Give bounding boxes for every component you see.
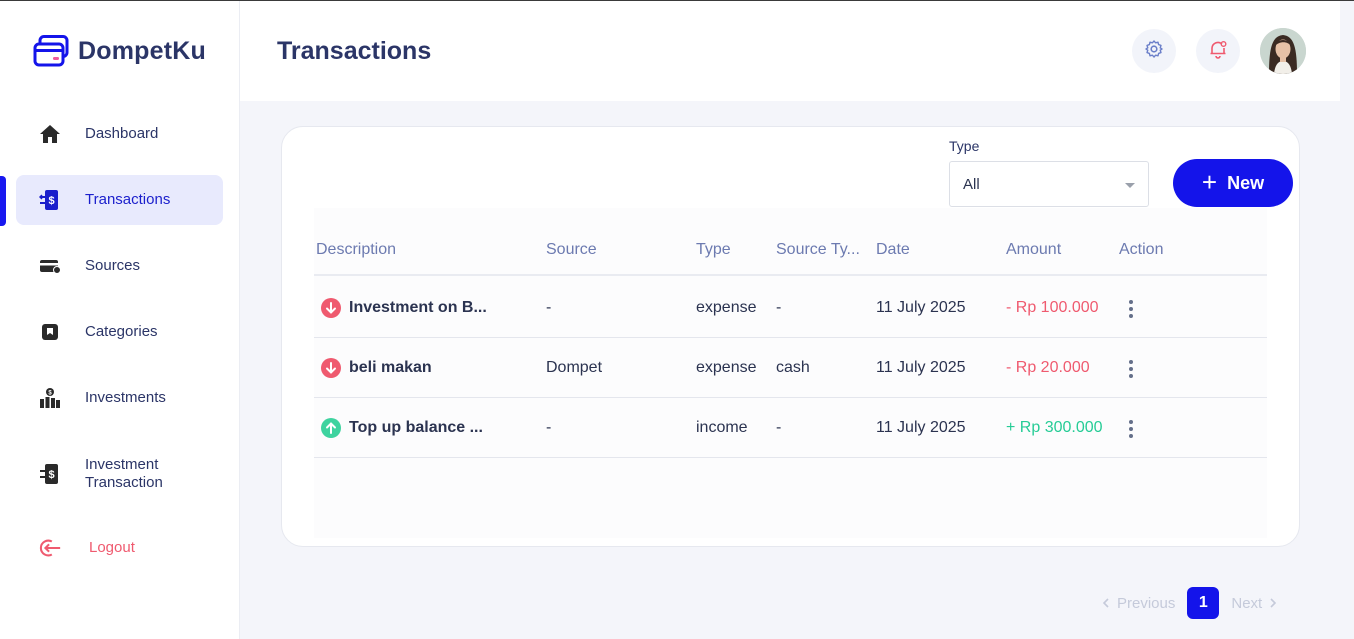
- app-logo[interactable]: DompetKu: [33, 35, 206, 67]
- sidebar-item-investments[interactable]: $ Investments: [16, 373, 223, 423]
- new-transaction-button[interactable]: + New: [1173, 159, 1293, 207]
- row-source: -: [546, 419, 552, 436]
- sidebar-item-investment-transaction[interactable]: $ Investment Transaction: [16, 448, 223, 500]
- sidebar-item-sources[interactable]: Sources: [16, 241, 223, 291]
- svg-text:$: $: [48, 469, 54, 481]
- column-header-source[interactable]: Source: [546, 241, 597, 259]
- bell-icon: [1208, 39, 1228, 64]
- sidebar-item-label: Sources: [85, 257, 141, 274]
- sidebar-item-label: Investment Transaction: [85, 456, 163, 491]
- column-header-type[interactable]: Type: [696, 241, 731, 259]
- expense-arrow-icon: [321, 358, 341, 378]
- transactions-table: Description Source Type Source Ty... Dat…: [314, 208, 1267, 538]
- category-icon: [38, 320, 62, 344]
- chevron-left-icon: [1102, 598, 1109, 608]
- new-button-label: New: [1227, 172, 1265, 193]
- investments-icon: $: [38, 386, 62, 410]
- row-actions-menu-icon[interactable]: [1122, 419, 1140, 439]
- type-filter-label: Type: [949, 138, 980, 154]
- sidebar-item-label: Categories: [85, 323, 158, 340]
- top-header: Transactions: [240, 1, 1340, 101]
- column-header-source-type[interactable]: Source Ty...: [776, 241, 860, 259]
- plus-icon: +: [1201, 167, 1218, 197]
- row-actions-menu-icon[interactable]: [1122, 299, 1140, 319]
- transactions-card: Type All + New Description Source Type S…: [281, 126, 1300, 547]
- row-description: Top up balance ...: [349, 419, 483, 436]
- income-arrow-icon: [321, 418, 341, 438]
- table-row[interactable]: Investment on B... - expense - 11 July 2…: [314, 278, 1267, 338]
- row-source-type: -: [776, 299, 782, 316]
- column-header-date[interactable]: Date: [876, 241, 910, 259]
- sidebar-item-categories[interactable]: Categories: [16, 307, 223, 357]
- row-amount: - Rp 20.000: [1006, 359, 1090, 376]
- table-row[interactable]: Top up balance ... - income - 11 July 20…: [314, 398, 1267, 458]
- sidebar: DompetKu Dashboard $ Transactions Source…: [0, 1, 240, 639]
- settings-button[interactable]: [1132, 29, 1176, 73]
- wallet-logo-icon: [33, 35, 69, 67]
- row-type: expense: [696, 299, 757, 316]
- pagination-previous[interactable]: Previous: [1100, 595, 1175, 612]
- page-title: Transactions: [277, 37, 432, 65]
- row-type: expense: [696, 359, 757, 376]
- expense-arrow-icon: [321, 298, 341, 318]
- active-indicator: [0, 176, 6, 226]
- row-description: beli makan: [349, 359, 432, 376]
- chevron-down-icon: [1125, 183, 1135, 188]
- column-header-amount[interactable]: Amount: [1006, 241, 1061, 259]
- home-icon: [38, 122, 62, 146]
- row-amount: - Rp 100.000: [1006, 299, 1099, 316]
- type-filter-value: All: [963, 175, 980, 193]
- pagination-next-label: Next: [1231, 594, 1263, 612]
- row-date: 11 July 2025: [876, 359, 966, 376]
- row-source-type: -: [776, 419, 782, 436]
- pagination-next[interactable]: Next: [1231, 595, 1279, 612]
- sidebar-item-transactions[interactable]: $ Transactions: [16, 175, 223, 225]
- column-header-action: Action: [1119, 241, 1164, 258]
- wallet-card-icon: [38, 254, 62, 278]
- table-row[interactable]: beli makan Dompet expense cash 11 July 2…: [314, 338, 1267, 398]
- pagination-previous-label: Previous: [1117, 594, 1176, 612]
- user-avatar[interactable]: [1260, 28, 1306, 74]
- row-description: Investment on B...: [349, 299, 487, 316]
- column-header-description[interactable]: Description: [316, 241, 396, 259]
- investment-transaction-icon: $: [38, 462, 62, 486]
- logout-icon: [38, 536, 62, 560]
- row-date: 11 July 2025: [876, 419, 966, 436]
- row-source-type: cash: [776, 359, 810, 376]
- row-source: -: [546, 299, 552, 316]
- notifications-button[interactable]: [1196, 29, 1240, 73]
- sidebar-item-label: Transactions: [85, 191, 171, 208]
- transactions-icon: $: [38, 188, 62, 212]
- svg-text:$: $: [48, 195, 54, 207]
- pagination-page-current[interactable]: 1: [1187, 587, 1220, 619]
- app-name: DompetKu: [78, 36, 206, 65]
- sidebar-item-label: Dashboard: [85, 125, 159, 142]
- logout-button[interactable]: Logout: [16, 523, 223, 573]
- sidebar-item-dashboard[interactable]: Dashboard: [16, 109, 223, 159]
- chevron-right-icon: [1270, 598, 1277, 608]
- row-amount: + Rp 300.000: [1006, 419, 1103, 436]
- row-date: 11 July 2025: [876, 299, 966, 316]
- pagination: Previous 1 Next: [1100, 587, 1279, 619]
- row-type: income: [696, 419, 748, 436]
- row-source: Dompet: [546, 359, 603, 376]
- sidebar-item-label: Investments: [85, 389, 166, 406]
- type-filter-select[interactable]: All: [949, 161, 1149, 207]
- row-actions-menu-icon[interactable]: [1122, 359, 1140, 379]
- gear-icon: [1144, 39, 1164, 64]
- table-header: Description Source Type Source Ty... Dat…: [314, 208, 1267, 276]
- logout-label: Logout: [89, 539, 135, 556]
